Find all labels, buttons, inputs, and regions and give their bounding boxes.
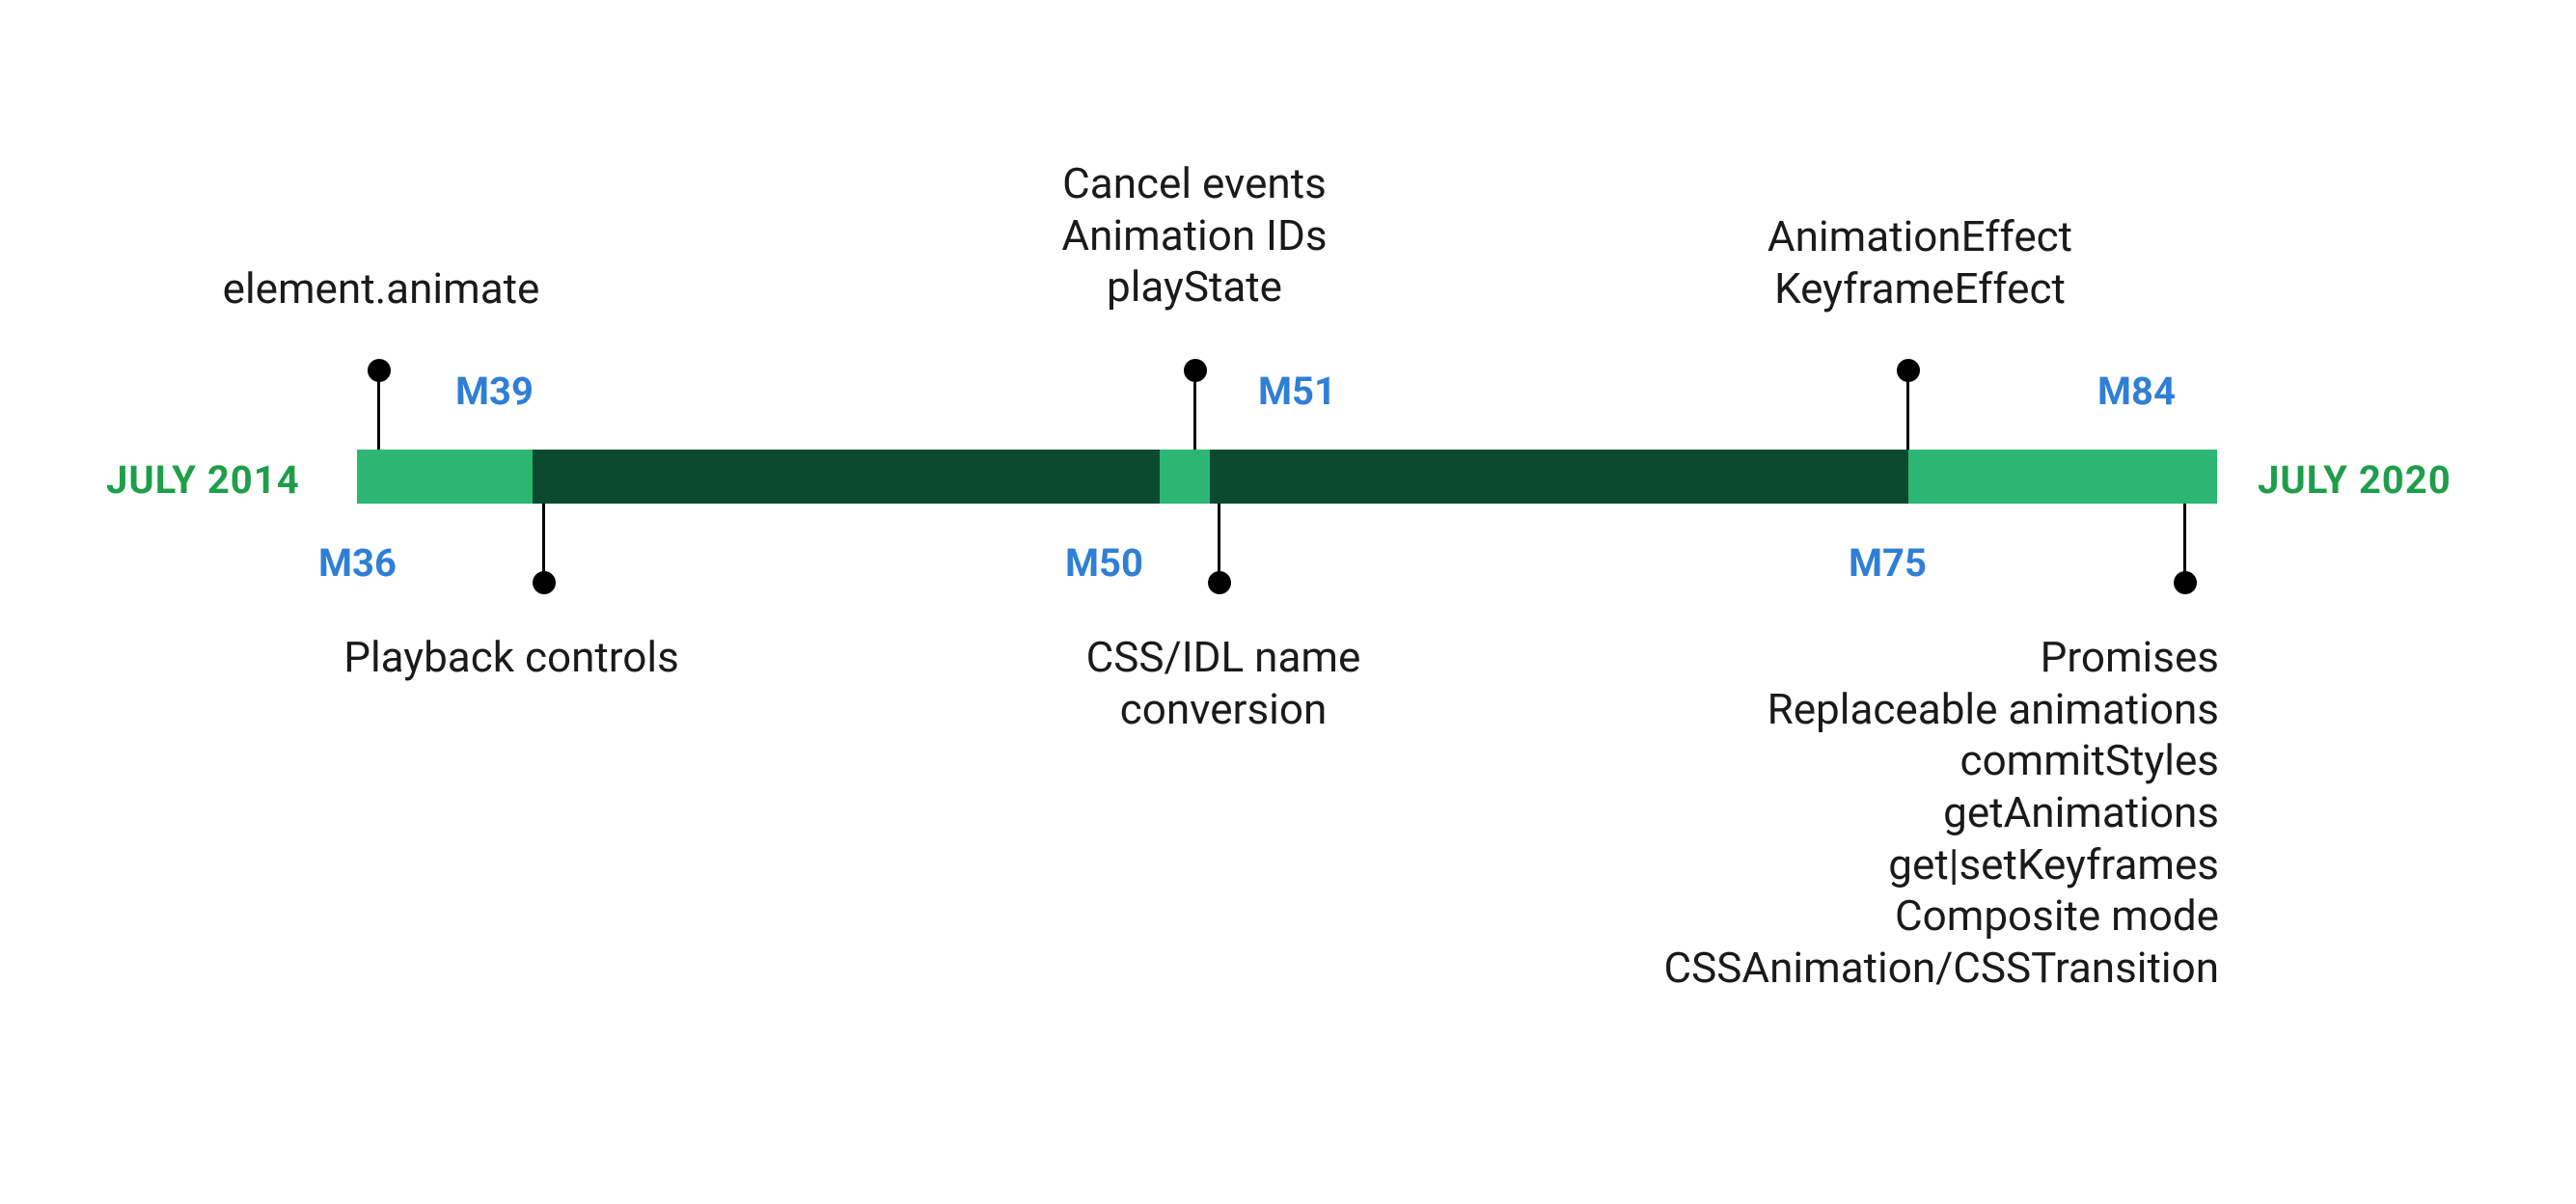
dot-m36 xyxy=(368,359,391,382)
dot-m51 xyxy=(1184,359,1207,382)
note-m39: Playback controls xyxy=(270,632,753,684)
timeline-segment-3 xyxy=(1160,450,1210,504)
note-m36: element.animate xyxy=(203,263,560,315)
tick-m36 xyxy=(377,370,380,450)
tick-m75 xyxy=(1906,370,1909,450)
marker-m75: M75 xyxy=(1849,540,1927,586)
note-m75: AnimationEffectKeyframeEffect xyxy=(1727,211,2113,315)
note-m84: PromisesReplaceable animationscommitStyl… xyxy=(1544,632,2219,995)
note-m51: Cancel eventsAnimation IDsplayState xyxy=(1001,158,1387,314)
timeline-end-label: JULY 2020 xyxy=(2258,457,2452,503)
dot-m50 xyxy=(1208,571,1231,594)
timeline-segment-5 xyxy=(1908,450,2217,504)
note-m50: CSS/IDL nameconversion xyxy=(982,632,1465,735)
marker-m50: M50 xyxy=(1065,540,1143,586)
timeline-segment-4 xyxy=(1210,450,1908,504)
dot-m84 xyxy=(2174,571,2197,594)
timeline-start-label: JULY 2014 xyxy=(106,457,300,503)
marker-m51: M51 xyxy=(1258,369,1336,414)
marker-m84: M84 xyxy=(2097,369,2176,414)
dot-m75 xyxy=(1897,359,1920,382)
timeline-segment-1 xyxy=(357,450,533,504)
tick-m51 xyxy=(1193,370,1196,450)
dot-m39 xyxy=(533,571,556,594)
timeline-segment-2 xyxy=(533,450,1160,504)
timeline-diagram: JULY 2014 JULY 2020 M36 element.animate … xyxy=(0,0,2576,1204)
marker-m39: M39 xyxy=(455,369,534,414)
marker-m36: M36 xyxy=(318,540,397,586)
